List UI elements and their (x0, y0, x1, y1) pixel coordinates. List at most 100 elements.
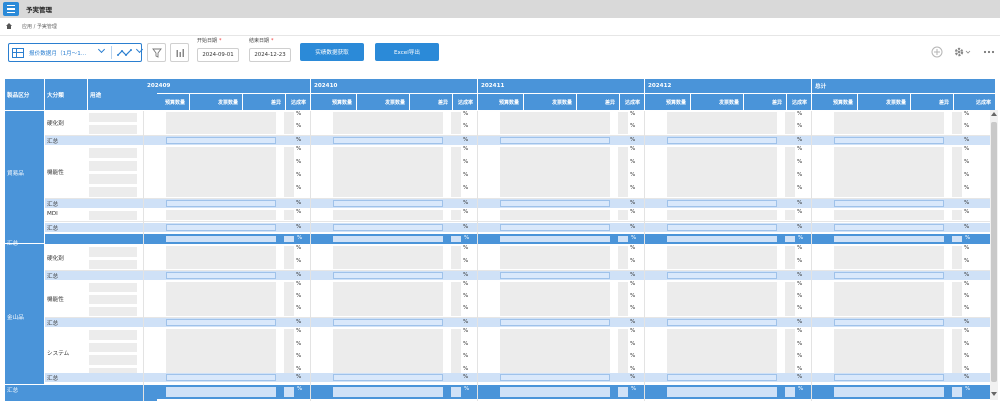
value-cell[interactable] (284, 329, 294, 377)
add-icon[interactable] (931, 46, 943, 58)
menu-icon[interactable] (3, 2, 19, 16)
summary-value-cell[interactable] (834, 319, 944, 326)
value-cell[interactable] (785, 147, 795, 197)
value-cell[interactable] (618, 147, 628, 197)
period-header[interactable]: 202411 (478, 79, 644, 93)
usage-cell[interactable] (89, 247, 137, 257)
sub-header[interactable]: 预算数量 (311, 94, 356, 110)
value-cell[interactable] (500, 147, 610, 197)
value-cell[interactable] (667, 210, 777, 220)
total-value-cell[interactable] (500, 236, 610, 242)
scroll-down-icon[interactable] (991, 392, 997, 396)
total-value-cell[interactable] (618, 387, 628, 397)
value-cell[interactable] (785, 210, 795, 220)
total-value-cell[interactable] (834, 387, 944, 397)
value-cell[interactable] (667, 246, 777, 269)
total-value-cell[interactable] (284, 387, 294, 397)
usage-cell[interactable] (89, 259, 137, 269)
value-cell[interactable] (166, 329, 276, 377)
value-cell[interactable] (952, 329, 962, 377)
col-header-major[interactable]: 大分類 (45, 79, 87, 110)
total-value-cell[interactable] (785, 387, 795, 397)
value-cell[interactable] (500, 112, 610, 134)
summary-value-cell[interactable] (500, 200, 610, 207)
summary-value-cell[interactable] (333, 319, 443, 326)
value-cell[interactable] (284, 282, 294, 316)
col-header-product[interactable]: 製品区分 (5, 79, 44, 110)
summary-value-cell[interactable] (333, 200, 443, 207)
total-value-cell[interactable] (333, 387, 443, 397)
vertical-scrollbar[interactable] (990, 110, 998, 400)
sub-header[interactable]: 预算数量 (645, 94, 690, 110)
value-cell[interactable] (834, 210, 944, 220)
usage-cell[interactable] (89, 307, 137, 316)
period-header[interactable]: 总计 (812, 79, 995, 93)
summary-value-cell[interactable] (333, 137, 443, 144)
value-cell[interactable] (333, 147, 443, 197)
summary-value-cell[interactable] (500, 319, 610, 326)
usage-cell[interactable] (89, 148, 137, 158)
summary-value-cell[interactable] (333, 224, 443, 231)
usage-cell[interactable] (89, 125, 137, 134)
summary-value-cell[interactable] (667, 137, 777, 144)
summary-value-cell[interactable] (166, 374, 276, 381)
value-cell[interactable] (952, 147, 962, 197)
value-cell[interactable] (166, 282, 276, 316)
value-cell[interactable] (667, 329, 777, 377)
value-cell[interactable] (451, 282, 461, 316)
summary-value-cell[interactable] (834, 224, 944, 231)
sub-header[interactable]: 预算数量 (478, 94, 523, 110)
usage-cell[interactable] (89, 295, 137, 304)
value-cell[interactable] (834, 282, 944, 316)
total-value-cell[interactable] (166, 236, 276, 242)
scrollbar-thumb[interactable] (991, 122, 997, 382)
sub-header[interactable]: 达成率 (620, 94, 644, 110)
sub-header[interactable]: 差异 (243, 94, 285, 110)
total-value-cell[interactable] (166, 387, 276, 397)
value-cell[interactable] (284, 210, 294, 220)
summary-value-cell[interactable] (500, 272, 610, 279)
sub-header[interactable]: 发票数量 (524, 94, 576, 110)
value-cell[interactable] (834, 329, 944, 377)
view-select[interactable]: 报价数据月（1月～1... (8, 43, 144, 62)
value-cell[interactable] (500, 210, 610, 220)
summary-value-cell[interactable] (834, 137, 944, 144)
value-cell[interactable] (333, 282, 443, 316)
total-value-cell[interactable] (333, 236, 443, 242)
usage-cell[interactable] (89, 342, 137, 352)
sub-header[interactable]: 发票数量 (357, 94, 409, 110)
usage-cell[interactable] (89, 330, 137, 340)
sub-header[interactable]: 预算数量 (144, 94, 189, 110)
total-value-cell[interactable] (785, 236, 795, 242)
sub-header[interactable]: 达成率 (787, 94, 811, 110)
value-cell[interactable] (618, 112, 628, 134)
gear-icon[interactable] (953, 46, 971, 58)
value-cell[interactable] (333, 329, 443, 377)
summary-value-cell[interactable] (500, 224, 610, 231)
summary-value-cell[interactable] (333, 272, 443, 279)
value-cell[interactable] (451, 147, 461, 197)
value-cell[interactable] (952, 210, 962, 220)
sub-header[interactable]: 达成率 (954, 94, 995, 110)
sub-header[interactable]: 达成率 (453, 94, 477, 110)
value-cell[interactable] (952, 246, 962, 269)
summary-value-cell[interactable] (667, 200, 777, 207)
summary-value-cell[interactable] (834, 374, 944, 381)
usage-cell[interactable] (89, 113, 137, 122)
summary-value-cell[interactable] (166, 224, 276, 231)
total-value-cell[interactable] (451, 387, 461, 397)
value-cell[interactable] (451, 112, 461, 134)
value-cell[interactable] (284, 246, 294, 269)
value-cell[interactable] (785, 329, 795, 377)
value-cell[interactable] (451, 210, 461, 220)
sub-header[interactable]: 预算数量 (812, 94, 857, 110)
excel-export-button[interactable]: Excel导出 (375, 43, 439, 61)
chevron-down-icon[interactable] (135, 45, 144, 54)
summary-value-cell[interactable] (667, 319, 777, 326)
value-cell[interactable] (166, 210, 276, 220)
scroll-up-icon[interactable] (991, 112, 997, 116)
start-date-input[interactable]: 2024-09-01 (197, 48, 239, 62)
period-header[interactable]: 202410 (311, 79, 477, 93)
value-cell[interactable] (618, 246, 628, 269)
total-value-cell[interactable] (618, 236, 628, 242)
